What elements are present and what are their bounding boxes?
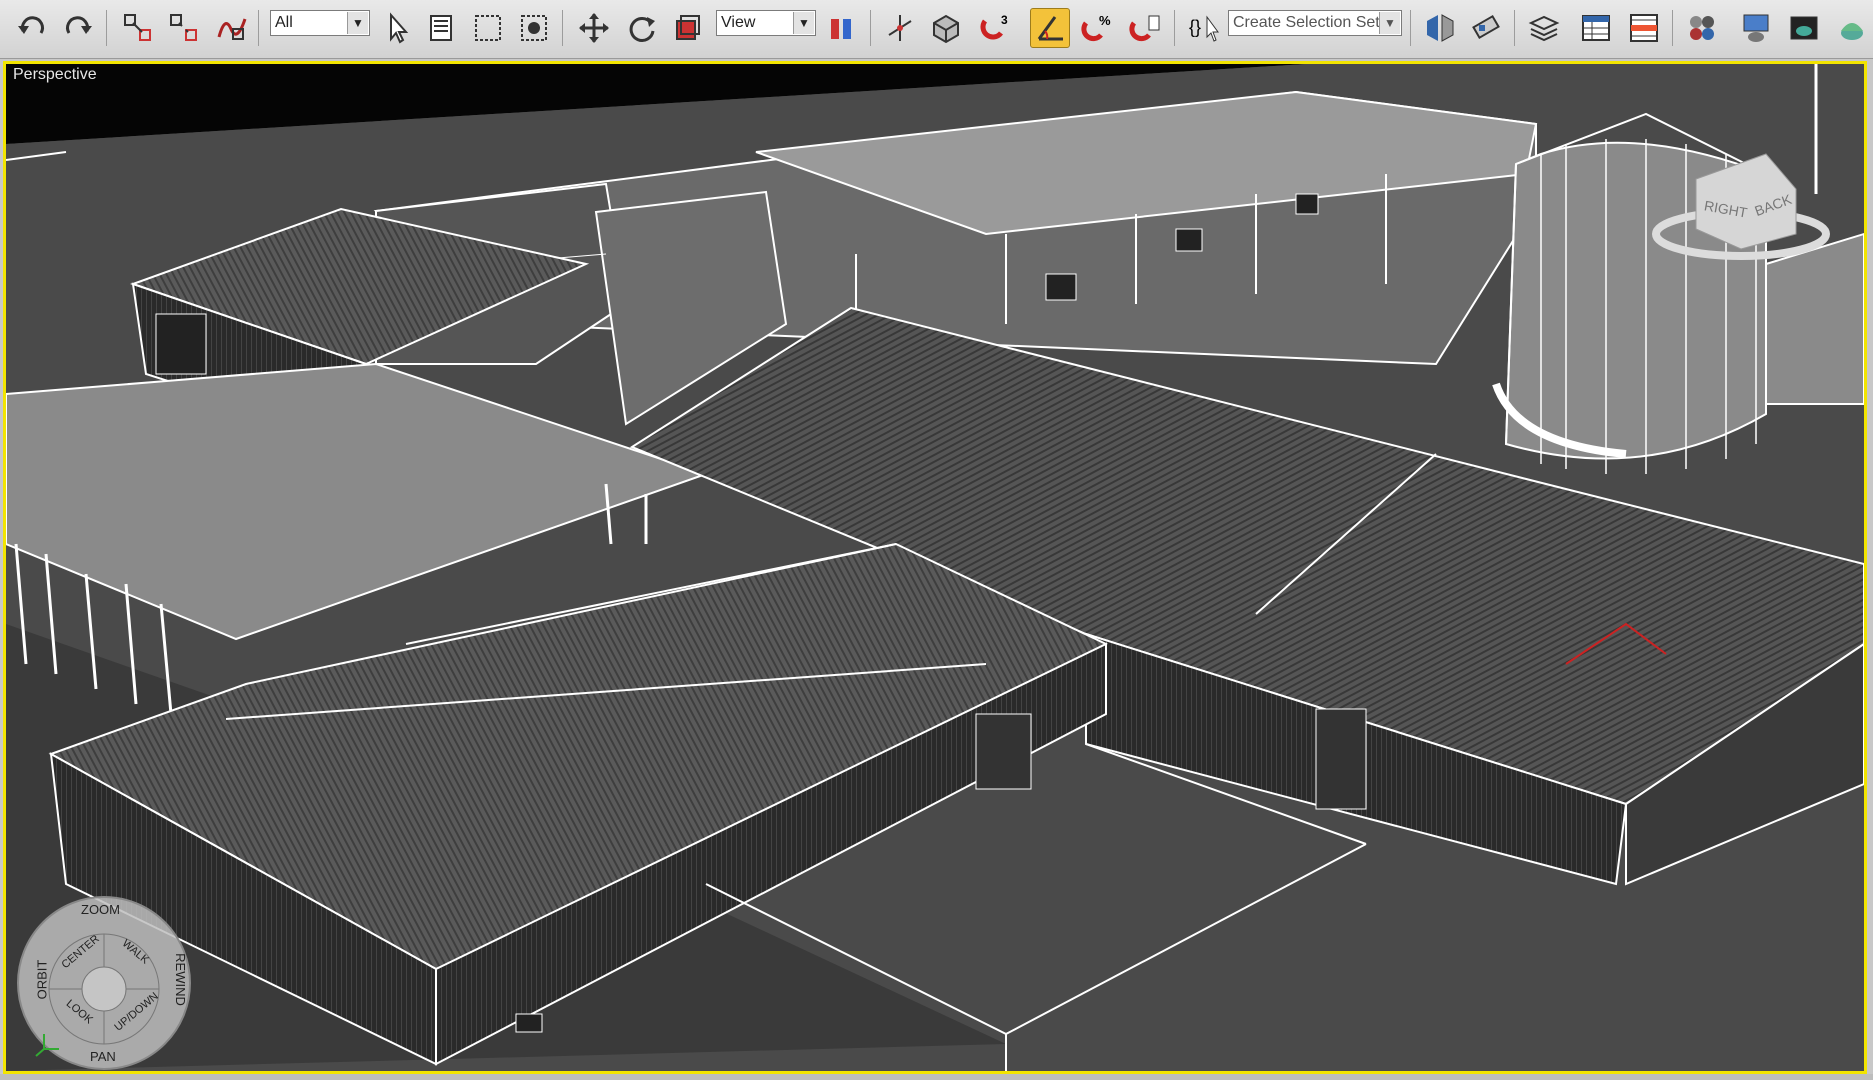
- select-by-name-icon[interactable]: [422, 8, 462, 48]
- layer-manager-icon[interactable]: [1524, 8, 1564, 48]
- edit-named-sets-icon[interactable]: {}: [1184, 8, 1224, 48]
- spinner-snap-icon[interactable]: [1126, 8, 1166, 48]
- window-crossing-icon[interactable]: [514, 8, 554, 48]
- angle-snap-icon[interactable]: [1030, 8, 1070, 48]
- svg-text:{}: {}: [1189, 17, 1201, 37]
- chevron-down-icon: ▼: [1379, 12, 1400, 34]
- svg-text:3: 3: [1001, 13, 1008, 27]
- perspective-viewport[interactable]: Perspective RIGHT BACK ZOOM ORBIT REWIND…: [3, 61, 1867, 1074]
- select-link-icon[interactable]: [118, 8, 158, 48]
- undo-icon[interactable]: [12, 8, 52, 48]
- scene-render: [6, 64, 1864, 1071]
- keyboard-shortcut-icon[interactable]: [926, 8, 966, 48]
- viewport-label[interactable]: Perspective: [13, 66, 97, 84]
- curve-editor-icon[interactable]: [1624, 8, 1664, 48]
- snap-3-icon[interactable]: 3: [976, 8, 1016, 48]
- render-icon[interactable]: [1832, 8, 1872, 48]
- percent-snap-icon[interactable]: %: [1078, 8, 1118, 48]
- status-bar: [0, 1074, 1873, 1080]
- viewcube[interactable]: RIGHT BACK: [1646, 139, 1836, 269]
- rendered-frame-icon[interactable]: [1784, 8, 1824, 48]
- render-setup-icon[interactable]: [1736, 8, 1776, 48]
- navwheel-pan[interactable]: PAN: [90, 1049, 116, 1064]
- rotate-icon[interactable]: [622, 8, 662, 48]
- manipulate-icon[interactable]: [880, 8, 920, 48]
- chevron-down-icon: ▼: [347, 12, 368, 34]
- mirror-icon[interactable]: [1420, 8, 1460, 48]
- select-object-icon[interactable]: [378, 8, 418, 48]
- rect-region-icon[interactable]: [468, 8, 508, 48]
- material-editor-icon[interactable]: [1682, 8, 1722, 48]
- navwheel-zoom[interactable]: ZOOM: [81, 902, 120, 917]
- svg-text:%: %: [1099, 13, 1111, 28]
- navwheel-rewind[interactable]: REWIND: [173, 953, 188, 1006]
- selection-filter-dropdown[interactable]: All ▼: [270, 10, 370, 36]
- navwheel-orbit[interactable]: ORBIT: [34, 960, 49, 1000]
- graphite-ribbon-icon[interactable]: [1576, 8, 1616, 48]
- bind-space-warp-icon[interactable]: [212, 8, 252, 48]
- align-icon[interactable]: [1466, 8, 1506, 48]
- unlink-icon[interactable]: [164, 8, 204, 48]
- scale-icon[interactable]: [668, 8, 708, 48]
- reference-coordinate-dropdown[interactable]: View ▼: [716, 10, 816, 36]
- redo-icon[interactable]: [58, 8, 98, 48]
- pivot-icon[interactable]: [822, 8, 862, 48]
- move-icon[interactable]: [574, 8, 614, 48]
- main-toolbar: All ▼ View ▼ 3 % {} Create Selection Set ▼: [0, 0, 1873, 59]
- named-selection-dropdown[interactable]: Create Selection Set ▼: [1228, 10, 1402, 36]
- steering-wheel[interactable]: ZOOM ORBIT REWIND PAN CENTER WALK LOOK U…: [14, 894, 194, 1071]
- chevron-down-icon: ▼: [793, 12, 814, 34]
